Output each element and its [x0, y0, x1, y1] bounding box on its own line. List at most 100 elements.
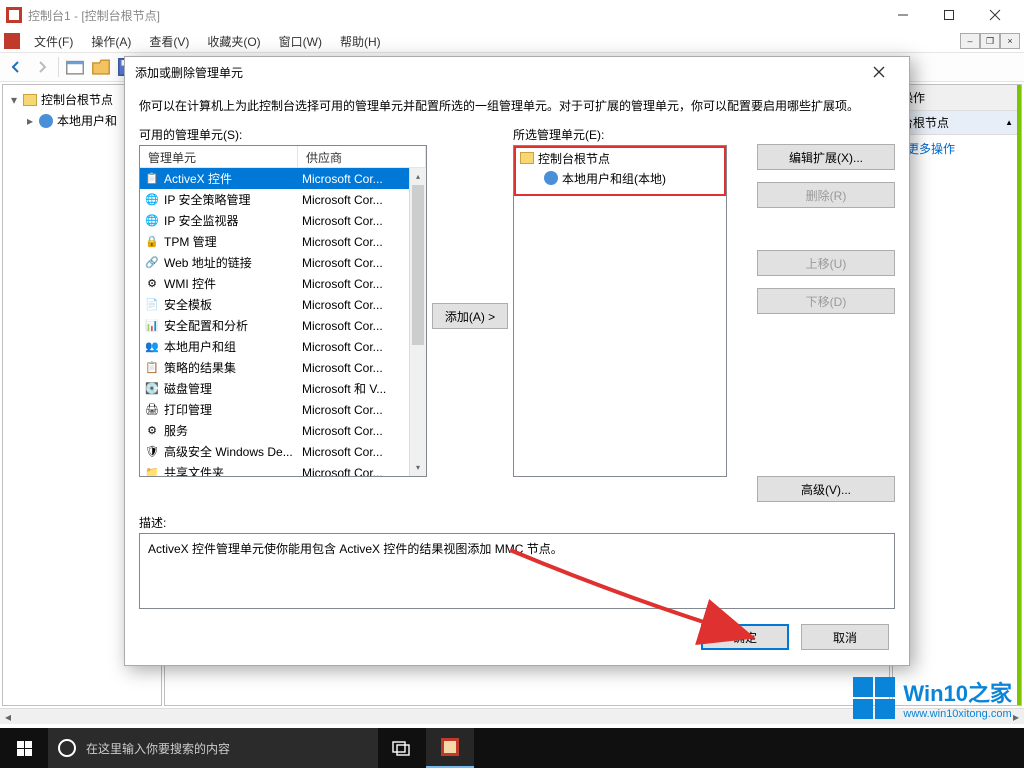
actions-section[interactable]: 台根节点 ▲ — [893, 111, 1021, 135]
ok-button[interactable]: 确定 — [701, 624, 789, 650]
dialog-titlebar: 添加或删除管理单元 — [125, 57, 909, 87]
snapin-vendor: Microsoft Cor... — [298, 256, 426, 270]
snapin-icon: 📊 — [144, 318, 160, 334]
list-item[interactable]: 📋ActiveX 控件Microsoft Cor... — [140, 168, 426, 189]
snapin-icon: 📁 — [144, 465, 160, 477]
scroll-thumb[interactable] — [412, 185, 424, 345]
description-label: 描述: — [139, 514, 895, 530]
snapin-vendor: Microsoft Cor... — [298, 298, 426, 312]
selected-snapins-tree[interactable]: 控制台根节点 本地用户和组(本地) — [513, 145, 727, 477]
menu-window[interactable]: 窗口(W) — [271, 31, 330, 52]
snapin-icon: 🌐 — [144, 213, 160, 229]
actions-pane: 操作 台根节点 ▲ 更多操作 — [892, 84, 1022, 706]
selected-root[interactable]: 控制台根节点 — [516, 148, 724, 168]
dialog-close-button[interactable] — [859, 58, 899, 86]
dialog-title: 添加或删除管理单元 — [135, 64, 859, 81]
scrollbar-accent[interactable] — [1017, 85, 1021, 705]
toolbar-new-icon[interactable] — [63, 55, 87, 79]
snapin-vendor: Microsoft Cor... — [298, 445, 426, 459]
snapin-icon: 🔒 — [144, 234, 160, 250]
snapin-vendor: Microsoft Cor... — [298, 277, 426, 291]
snapin-vendor: Microsoft 和 V... — [298, 380, 426, 397]
list-item[interactable]: 🌐IP 安全策略管理Microsoft Cor... — [140, 189, 426, 210]
snapin-icon: ⚙ — [144, 276, 160, 292]
add-button[interactable]: 添加(A) > — [432, 303, 508, 329]
list-item[interactable]: 📄安全模板Microsoft Cor... — [140, 294, 426, 315]
list-item[interactable]: 📊安全配置和分析Microsoft Cor... — [140, 315, 426, 336]
collapse-icon[interactable]: ▲ — [1005, 118, 1013, 127]
available-snapins-list[interactable]: 管理单元 供应商 📋ActiveX 控件Microsoft Cor...🌐IP … — [139, 145, 427, 477]
minimize-button[interactable] — [880, 0, 926, 30]
search-placeholder: 在这里输入你要搜索的内容 — [86, 740, 230, 757]
menu-help[interactable]: 帮助(H) — [332, 31, 389, 52]
edit-extensions-button[interactable]: 编辑扩展(X)... — [757, 144, 895, 170]
back-button[interactable] — [4, 55, 28, 79]
actions-more[interactable]: 更多操作 — [893, 135, 1021, 162]
list-item[interactable]: 🖨打印管理Microsoft Cor... — [140, 399, 426, 420]
list-item[interactable]: 🌐IP 安全监视器Microsoft Cor... — [140, 210, 426, 231]
snapin-name: IP 安全监视器 — [164, 212, 238, 229]
snapin-name: 安全模板 — [164, 296, 212, 313]
maximize-button[interactable] — [926, 0, 972, 30]
mdi-close[interactable]: × — [1000, 33, 1020, 49]
menu-favorites[interactable]: 收藏夹(O) — [199, 31, 268, 52]
app-icon — [6, 7, 22, 23]
window-titlebar: 控制台1 - [控制台根节点] — [0, 0, 1024, 30]
list-item[interactable]: 🛡高级安全 Windows De...Microsoft Cor... — [140, 441, 426, 462]
list-item[interactable]: 🔗Web 地址的链接Microsoft Cor... — [140, 252, 426, 273]
toolbar-open-icon[interactable] — [89, 55, 113, 79]
selected-root-label: 控制台根节点 — [538, 150, 610, 167]
selected-child[interactable]: 本地用户和组(本地) — [516, 168, 724, 188]
selected-child-label: 本地用户和组(本地) — [562, 170, 666, 187]
snapin-vendor: Microsoft Cor... — [298, 235, 426, 249]
scroll-down-icon[interactable]: ▾ — [410, 459, 426, 476]
forward-button[interactable] — [30, 55, 54, 79]
watermark-brand: Win10之家 — [903, 676, 1012, 708]
list-item[interactable]: 💽磁盘管理Microsoft 和 V... — [140, 378, 426, 399]
snapin-icon: 🌐 — [144, 192, 160, 208]
scroll-left-icon[interactable]: ◂ — [0, 710, 16, 724]
task-view-button[interactable] — [378, 728, 426, 768]
cancel-button[interactable]: 取消 — [801, 624, 889, 650]
list-item[interactable]: 🔒TPM 管理Microsoft Cor... — [140, 231, 426, 252]
snapin-name: 服务 — [164, 422, 188, 439]
watermark-logo-icon — [853, 677, 895, 719]
snapin-vendor: Microsoft Cor... — [298, 340, 426, 354]
advanced-button[interactable]: 高级(V)... — [757, 476, 895, 502]
taskbar-search[interactable]: 在这里输入你要搜索的内容 — [48, 728, 378, 768]
mdi-minimize[interactable]: – — [960, 33, 980, 49]
remove-button[interactable]: 删除(R) — [757, 182, 895, 208]
add-remove-snapin-dialog: 添加或删除管理单元 你可以在计算机上为此控制台选择可用的管理单元并配置所选的一组… — [124, 56, 910, 666]
list-item[interactable]: ⚙WMI 控件Microsoft Cor... — [140, 273, 426, 294]
start-button[interactable] — [0, 728, 48, 768]
move-up-button[interactable]: 上移(U) — [757, 250, 895, 276]
expand-icon[interactable]: ▸ — [25, 114, 35, 128]
move-down-button[interactable]: 下移(D) — [757, 288, 895, 314]
users-icon — [39, 114, 53, 128]
snapin-name: IP 安全策略管理 — [164, 191, 250, 208]
col-vendor[interactable]: 供应商 — [298, 146, 426, 167]
selected-label: 所选管理单元(E): — [513, 126, 727, 142]
snapin-name: 策略的结果集 — [164, 359, 236, 376]
snapin-vendor: Microsoft Cor... — [298, 403, 426, 417]
list-item[interactable]: ⚙服务Microsoft Cor... — [140, 420, 426, 441]
list-item[interactable]: 📋策略的结果集Microsoft Cor... — [140, 357, 426, 378]
scroll-up-icon[interactable]: ▴ — [410, 168, 426, 185]
expand-icon[interactable]: ▾ — [9, 93, 19, 107]
list-scrollbar[interactable]: ▴ ▾ — [409, 168, 426, 476]
snapin-icon: 🛡 — [144, 444, 160, 460]
description-box: ActiveX 控件管理单元使你能用包含 ActiveX 控件的结果视图添加 M… — [139, 533, 895, 609]
close-button[interactable] — [972, 0, 1018, 30]
list-item[interactable]: 👥本地用户和组Microsoft Cor... — [140, 336, 426, 357]
snapin-vendor: Microsoft Cor... — [298, 319, 426, 333]
menu-view[interactable]: 查看(V) — [141, 31, 197, 52]
list-item[interactable]: 📁共享文件夹Microsoft Cor... — [140, 462, 426, 476]
col-snapin[interactable]: 管理单元 — [140, 146, 298, 167]
menu-action[interactable]: 操作(A) — [83, 31, 139, 52]
snapin-name: 本地用户和组 — [164, 338, 236, 355]
watermark-url: www.win10xitong.com — [903, 708, 1011, 720]
snapin-icon: 🖨 — [144, 402, 160, 418]
taskbar-mmc-button[interactable] — [426, 728, 474, 768]
mdi-restore[interactable]: ❐ — [980, 33, 1000, 49]
menu-file[interactable]: 文件(F) — [26, 31, 81, 52]
